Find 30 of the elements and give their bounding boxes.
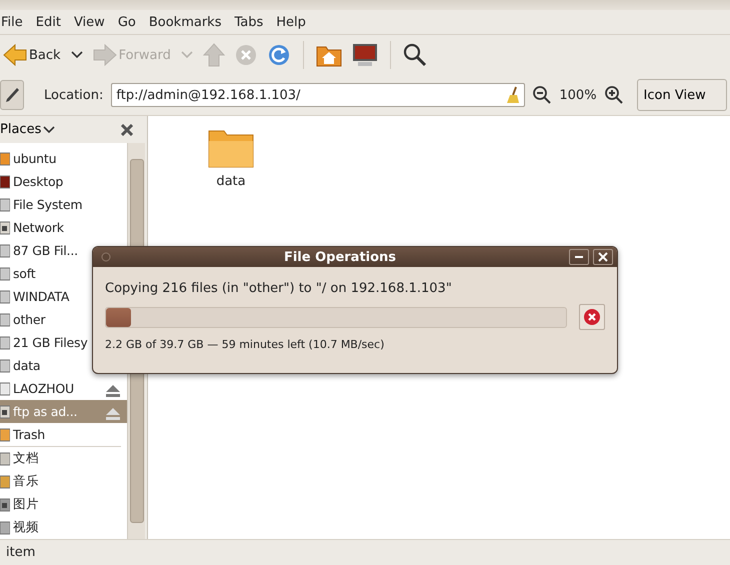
menu-item[interactable]: Bookmarks <box>148 14 234 30</box>
progress-details: 2.2 GB of 39.7 GB — 59 minutes left (10.7 MB/sec) <box>105 338 386 351</box>
location-field[interactable]: ftp://admin@192.168.1.103/ <box>111 83 526 107</box>
copy-message: Copying 216 files (in "other") to "/ on 192.168.1.103" <box>105 281 453 296</box>
menu-item[interactable]: Help <box>275 14 318 30</box>
status-text: item <box>6 545 36 560</box>
sidebar-item[interactable]: ubuntu <box>0 147 127 170</box>
menu-item[interactable]: View <box>72 14 117 30</box>
sidebar-item[interactable]: 87 GB Fil... <box>0 239 127 262</box>
menu-item[interactable]: File <box>0 14 35 30</box>
sidebar-item[interactable]: File System <box>0 193 127 216</box>
view-mode-dropdown[interactable]: Icon View <box>636 79 727 111</box>
places-dropdown[interactable]: Places <box>0 122 56 137</box>
sidebar-item[interactable]: other <box>0 308 127 331</box>
folder-item[interactable]: data <box>208 128 254 189</box>
bookmark-item[interactable]: 文档 <box>0 447 127 470</box>
back-button[interactable]: Back <box>0 38 64 72</box>
menu-item[interactable]: Edit <box>34 14 73 30</box>
zoom-level: 100% <box>559 88 597 102</box>
location-label: Location: <box>44 88 104 102</box>
sidebar-item[interactable]: Trash <box>0 423 127 446</box>
menu-item[interactable]: Tabs <box>233 14 276 30</box>
sidebar-item[interactable]: Network <box>0 216 127 239</box>
bookmark-item[interactable]: 视频 <box>0 516 127 539</box>
bookmark-item[interactable]: 图片 <box>0 493 127 516</box>
dialog-title: File Operations <box>282 250 398 264</box>
bookmark-item[interactable]: 音乐 <box>0 470 127 493</box>
sidebar-item[interactable]: LAOZHOU <box>0 377 127 400</box>
sidebar-item[interactable]: Desktop <box>0 170 127 193</box>
menu-item[interactable]: Go <box>116 14 148 30</box>
